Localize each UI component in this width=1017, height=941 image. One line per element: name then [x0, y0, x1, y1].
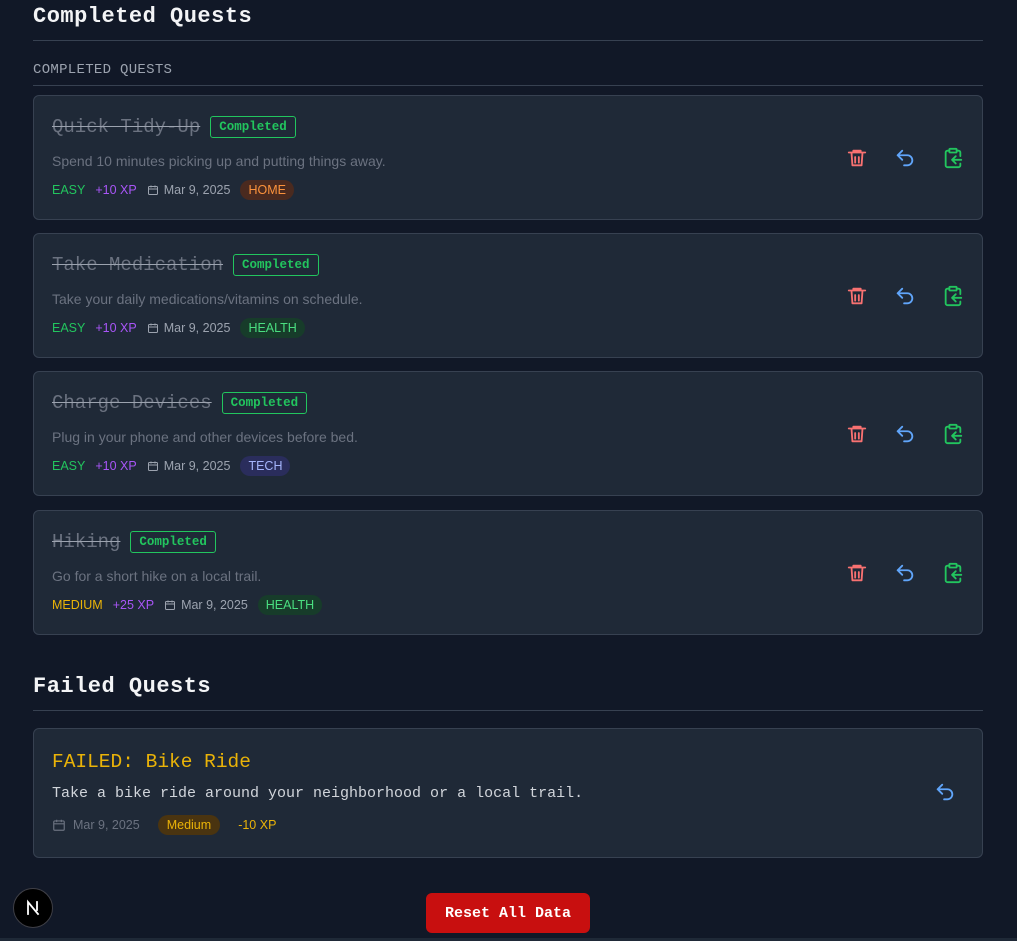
trash-icon	[847, 425, 867, 442]
category-tag: HOME	[240, 180, 294, 200]
quest-card: Quick Tidy-Up Completed Spend 10 minutes…	[33, 95, 983, 220]
copy-button[interactable]	[942, 562, 964, 584]
undo-button[interactable]	[894, 147, 916, 169]
difficulty-label: EASY	[52, 321, 86, 335]
xp-label: +10 XP	[95, 321, 137, 335]
undo-button[interactable]	[934, 781, 956, 803]
clipboard-copy-icon	[944, 562, 963, 583]
quest-title: Take Medication	[52, 254, 224, 276]
quest-description: Take your daily medications/vitamins on …	[52, 291, 363, 307]
delete-button[interactable]	[846, 147, 868, 169]
completed-quests-subheading: COMPLETED QUESTS	[33, 62, 173, 78]
quests-page: Completed Quests COMPLETED QUESTS Quick …	[0, 0, 1017, 941]
calendar-icon	[147, 323, 158, 333]
quest-card: Take Medication Completed Take your dail…	[33, 233, 983, 358]
difficulty-badge: Medium	[157, 815, 221, 835]
calendar-icon	[53, 819, 65, 831]
calendar-icon	[147, 185, 158, 195]
copy-button[interactable]	[942, 285, 964, 307]
category-tag: HEALTH	[240, 318, 305, 338]
calendar-icon	[165, 600, 176, 610]
calendar-icon	[147, 461, 158, 471]
category-tag: HEALTH	[257, 595, 323, 615]
quest-meta: MEDIUM +25 XP Mar 9, 2025 HEALTH	[52, 595, 323, 615]
difficulty-label: EASY	[52, 459, 86, 473]
quest-description: Spend 10 minutes picking up and putting …	[52, 153, 386, 169]
quest-card: Hiking Completed Go for a short hike on …	[33, 510, 983, 635]
quest-date-text: Mar 9, 2025	[181, 598, 248, 612]
trash-icon	[847, 564, 867, 581]
reset-all-data-button[interactable]: Reset All Data	[426, 893, 590, 933]
undo-icon	[896, 149, 914, 166]
failed-quest-description: Take a bike ride around your neighborhoo…	[52, 785, 584, 802]
copy-button[interactable]	[942, 147, 964, 169]
failed-quest-date-text: Mar 9, 2025	[73, 818, 140, 832]
nextjs-dev-badge[interactable]	[13, 888, 53, 928]
copy-button[interactable]	[942, 423, 964, 445]
xp-label: +10 XP	[95, 459, 137, 473]
trash-icon	[847, 149, 867, 166]
failed-quest-card: FAILED: Bike Ride Take a bike ride aroun…	[33, 728, 983, 858]
quest-actions	[846, 372, 964, 495]
divider	[33, 40, 983, 41]
quest-actions	[846, 511, 964, 634]
completed-badge: Completed	[233, 254, 319, 276]
xp-label: +10 XP	[95, 183, 137, 197]
difficulty-label: MEDIUM	[52, 598, 103, 612]
quest-description: Plug in your phone and other devices bef…	[52, 429, 358, 445]
completed-badge: Completed	[210, 116, 296, 138]
failed-quest-title: FAILED: Bike Ride	[52, 751, 251, 773]
quest-meta: EASY +10 XP Mar 9, 2025 HOME	[52, 180, 294, 200]
nextjs-logo-icon	[27, 899, 40, 916]
xp-label: +25 XP	[112, 598, 155, 612]
quest-title-row: Quick Tidy-Up Completed	[52, 116, 296, 138]
category-tag: TECH	[240, 456, 291, 476]
clipboard-copy-icon	[944, 285, 963, 306]
undo-icon	[896, 287, 914, 304]
quest-title: Quick Tidy-Up	[52, 116, 201, 138]
undo-icon	[896, 564, 914, 581]
quest-title: Hiking	[52, 531, 121, 553]
failed-quest-date: Mar 9, 2025	[52, 818, 140, 832]
quest-date-text: Mar 9, 2025	[163, 459, 231, 473]
completed-badge: Completed	[130, 531, 216, 553]
completed-quests-title: Completed Quests	[33, 4, 253, 29]
trash-icon	[847, 287, 867, 304]
quest-title-row: Take Medication Completed	[52, 254, 319, 276]
difficulty-label: EASY	[52, 183, 86, 197]
quest-date-text: Mar 9, 2025	[163, 183, 231, 197]
quest-actions	[846, 96, 964, 219]
quest-description: Go for a short hike on a local trail.	[52, 568, 262, 584]
quest-title: Charge Devices	[52, 392, 212, 414]
quest-date-text: Mar 9, 2025	[163, 321, 231, 335]
quest-card: Charge Devices Completed Plug in your ph…	[33, 371, 983, 496]
undo-button[interactable]	[894, 423, 916, 445]
delete-button[interactable]	[846, 423, 868, 445]
quest-date: Mar 9, 2025	[164, 598, 248, 612]
undo-button[interactable]	[894, 285, 916, 307]
quest-date: Mar 9, 2025	[147, 321, 231, 335]
failed-quests-title: Failed Quests	[33, 674, 212, 699]
clipboard-copy-icon	[944, 147, 963, 168]
quest-title-row: Hiking Completed	[52, 531, 216, 553]
quest-actions	[846, 234, 964, 357]
completed-badge: Completed	[221, 392, 308, 414]
quest-meta: EASY +10 XP Mar 9, 2025 HEALTH	[52, 318, 305, 338]
divider	[33, 85, 983, 86]
divider	[33, 710, 983, 711]
quest-date: Mar 9, 2025	[147, 183, 231, 197]
quest-meta: EASY +10 XP Mar 9, 2025 TECH	[52, 456, 291, 476]
delete-button[interactable]	[846, 562, 868, 584]
undo-icon	[936, 783, 954, 801]
delete-button[interactable]	[846, 285, 868, 307]
undo-icon	[896, 425, 914, 442]
quest-date: Mar 9, 2025	[147, 459, 231, 473]
xp-penalty: -10 XP	[238, 818, 277, 832]
undo-button[interactable]	[894, 562, 916, 584]
clipboard-copy-icon	[944, 423, 963, 444]
quest-title-row: Charge Devices Completed	[52, 392, 308, 414]
failed-quest-meta: Mar 9, 2025 Medium -10 XP	[52, 815, 276, 835]
